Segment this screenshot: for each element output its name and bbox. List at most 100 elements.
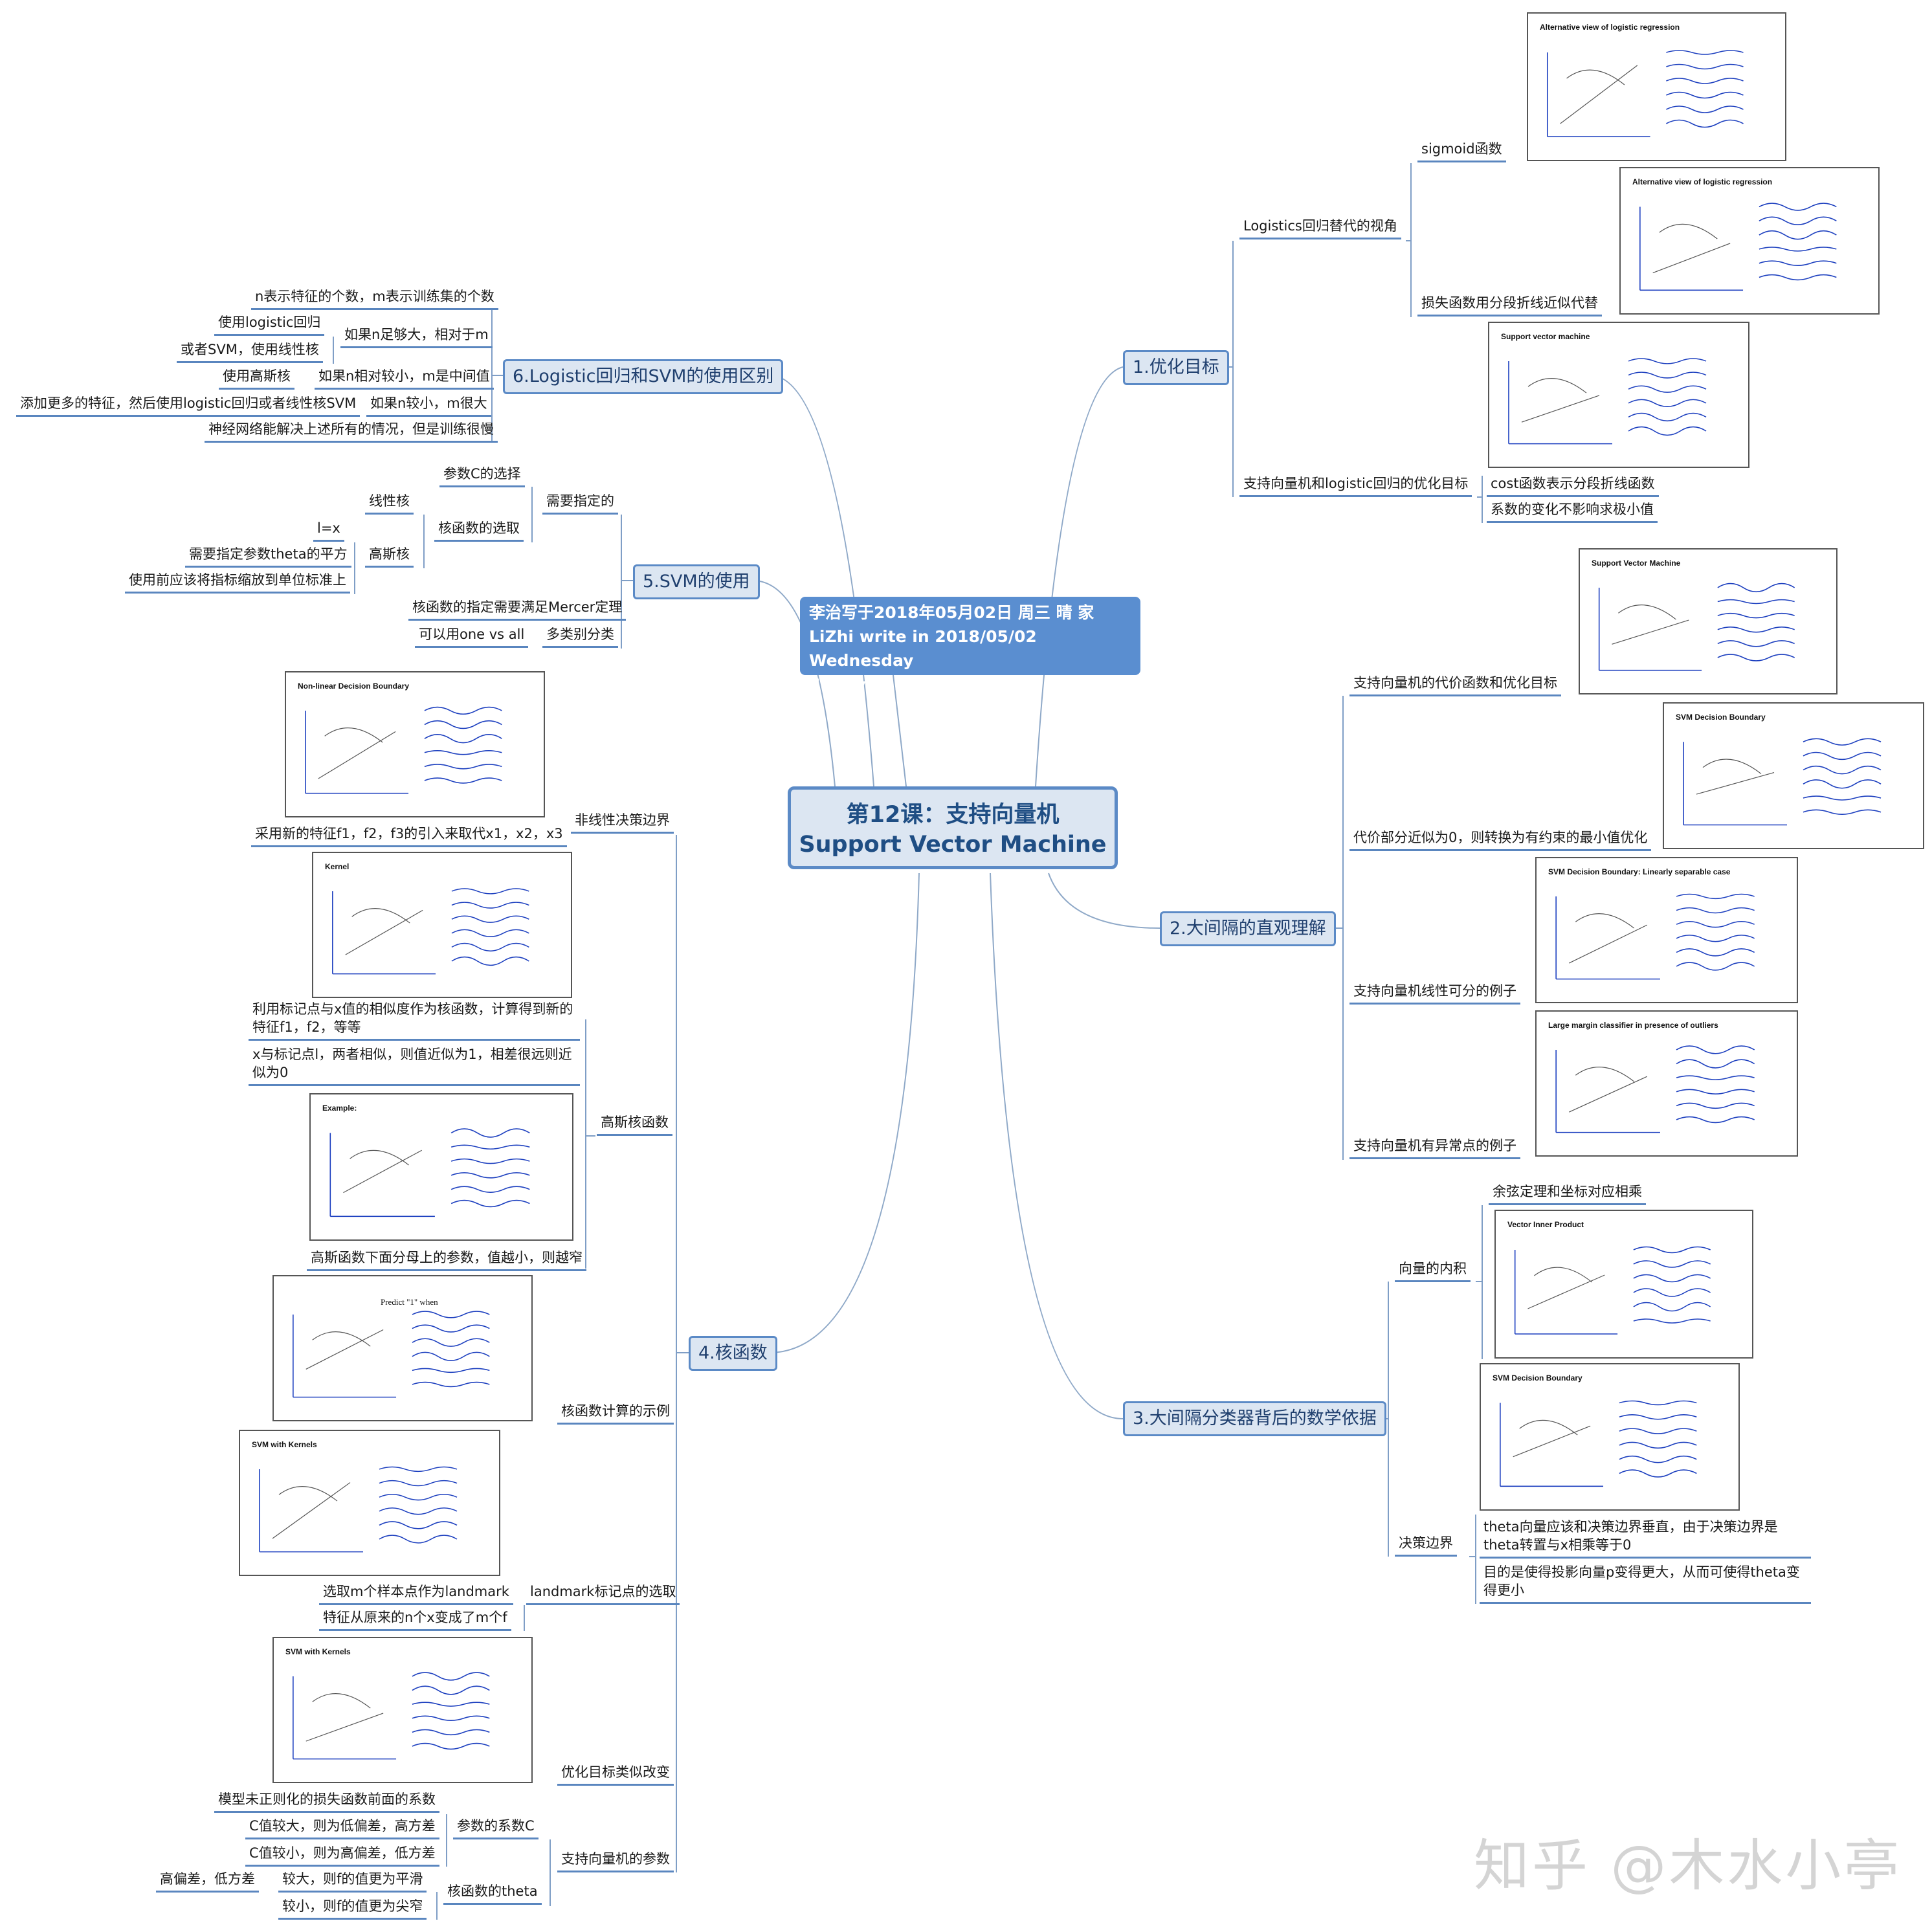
node-logistic-view[interactable]: Logistics回归替代的视角 bbox=[1239, 217, 1401, 239]
node-cost-objective[interactable]: 支持向量机的代价函数和优化目标 bbox=[1349, 674, 1561, 696]
node-constrained[interactable]: 代价部分近似为0，则转换为有约束的最小值优化 bbox=[1349, 828, 1652, 851]
branch-large-margin-intuition[interactable]: 2.大间隔的直观理解 bbox=[1160, 911, 1336, 946]
central-topic[interactable]: 第12课：支持向量机 Support Vector Machine bbox=[788, 786, 1118, 869]
link-b3 bbox=[990, 872, 1124, 1419]
slide-image: SVM Decision Boundary bbox=[1480, 1363, 1740, 1511]
node-l-eq-x[interactable]: l=x bbox=[313, 519, 344, 542]
node-linear-kernel[interactable]: 线性核 bbox=[365, 492, 414, 515]
node-decision-boundary[interactable]: 决策边界 bbox=[1395, 1534, 1457, 1557]
slide-drawing bbox=[293, 1311, 490, 1398]
slide-image: SVM with Kernels bbox=[239, 1430, 500, 1576]
slide-drawing bbox=[305, 706, 502, 794]
node-calc-example[interactable]: 核函数计算的示例 bbox=[557, 1402, 674, 1425]
branch-lr-vs-svm[interactable]: 6.Logistic回归和SVM的使用区别 bbox=[503, 359, 784, 394]
node-theta-large-bias[interactable]: 高偏差，低方差 bbox=[156, 1870, 259, 1893]
node-landmark[interactable]: landmark标记点的选取 bbox=[526, 1582, 680, 1605]
slide-image: Support vector machine bbox=[1488, 322, 1749, 468]
slide-drawing bbox=[1555, 893, 1755, 980]
node-c-meaning[interactable]: 模型未正则化的损失函数前面的系数 bbox=[214, 1790, 439, 1813]
node-m-samples[interactable]: 选取m个样本点作为landmark bbox=[319, 1582, 513, 1605]
node-c-large[interactable]: C值较大，则为低偏差，高方差 bbox=[245, 1817, 439, 1839]
node-linear-separable[interactable]: 支持向量机线性可分的例子 bbox=[1349, 982, 1520, 1005]
node-theta-squared[interactable]: 需要指定参数theta的平方 bbox=[185, 545, 351, 568]
node-gauss-kernel[interactable]: 高斯核 bbox=[365, 545, 414, 568]
slide-drawing bbox=[1500, 1400, 1697, 1487]
slide-drawing bbox=[259, 1466, 458, 1553]
author-line-1: 李治写于2018年05月02日 周三 晴 家 bbox=[809, 603, 1094, 622]
link-b2 bbox=[1048, 872, 1160, 929]
node-loss-piecewise[interactable]: 损失函数用分段折线近似代替 bbox=[1417, 294, 1602, 316]
slide-image: Alternative view of logistic regression bbox=[1527, 12, 1786, 161]
node-param-c[interactable]: 参数的系数C bbox=[453, 1817, 539, 1839]
node-objective-change[interactable]: 优化目标类似改变 bbox=[557, 1763, 674, 1786]
node-sigmoid[interactable]: sigmoid函数 bbox=[1417, 140, 1506, 162]
node-svm-params[interactable]: 支持向量机的参数 bbox=[557, 1850, 674, 1872]
node-mercer[interactable]: 核函数的指定需要满足Mercer定理 bbox=[408, 598, 627, 621]
node-inner-product[interactable]: 向量的内积 bbox=[1395, 1260, 1471, 1282]
slide-image: Support Vector Machine bbox=[1579, 548, 1838, 694]
slide-image: SVM Decision Boundary: Linearly separabl… bbox=[1535, 857, 1798, 1003]
node-near-far[interactable]: x与标记点l，两者相似，则值近似为1，相差很远则近似为0 bbox=[249, 1045, 580, 1086]
node-must-specify[interactable]: 需要指定的 bbox=[542, 492, 618, 515]
slide-image: Large margin classifier in presence of o… bbox=[1535, 1010, 1798, 1157]
node-projection[interactable]: 目的是使得投影向量p变得更大，从而可使得theta变得更小 bbox=[1480, 1563, 1811, 1604]
node-add-features[interactable]: 添加更多的特征，然后使用logistic回归或者线性核SVM bbox=[16, 394, 361, 417]
link-b1 bbox=[1035, 366, 1124, 787]
node-choose-kernel[interactable]: 核函数的选取 bbox=[434, 519, 524, 542]
node-similarity[interactable]: 利用标记点与x值的相似度作为核函数，计算得到新的特征f1，f2，等等 bbox=[249, 1000, 580, 1041]
node-coef-no-effect[interactable]: 系数的变化不影响求极小值 bbox=[1487, 500, 1658, 523]
branch-kernels[interactable]: 4.核函数 bbox=[689, 1336, 777, 1371]
central-topic-en: Support Vector Machine bbox=[799, 832, 1107, 858]
slide-image: Vector Inner Product bbox=[1494, 1210, 1753, 1359]
link-b6 bbox=[770, 375, 874, 787]
node-kernel-theta[interactable]: 核函数的theta bbox=[443, 1882, 542, 1905]
node-c-small[interactable]: C值较小，则为高偏差，低方差 bbox=[245, 1844, 439, 1867]
slide-drawing bbox=[1639, 203, 1837, 291]
branch-large-margin-math[interactable]: 3.大间隔分类器背后的数学依据 bbox=[1123, 1401, 1386, 1436]
slide-drawing bbox=[1546, 50, 1744, 137]
node-n-small-m-large[interactable]: 如果n较小，m很大 bbox=[366, 394, 491, 417]
node-cosine[interactable]: 余弦定理和坐标对应相乘 bbox=[1489, 1183, 1646, 1205]
node-one-vs-all[interactable]: 可以用one vs all bbox=[415, 625, 529, 648]
slide-image: Predict "1" when bbox=[272, 1275, 533, 1421]
node-use-gauss[interactable]: 使用高斯核 bbox=[219, 367, 294, 390]
node-sigma[interactable]: 高斯函数下面分母上的参数，值越小，则越窄 bbox=[307, 1249, 586, 1271]
node-outliers[interactable]: 支持向量机有异常点的例子 bbox=[1349, 1137, 1520, 1159]
slide-image: Alternative view of logistic regression bbox=[1619, 167, 1880, 315]
node-multiclass[interactable]: 多类别分类 bbox=[542, 625, 618, 648]
node-nonlinear-boundary[interactable]: 非线性决策边界 bbox=[571, 811, 674, 834]
node-cost-piecewise[interactable]: cost函数表示分段折线函数 bbox=[1487, 474, 1659, 497]
slide-image: Kernel bbox=[312, 852, 572, 998]
node-theta-large[interactable]: 较大，则f的值更为平滑 bbox=[278, 1870, 427, 1893]
node-n-large[interactable]: 如果n足够大，相对于m bbox=[340, 326, 493, 348]
node-neural-net[interactable]: 神经网络能解决上述所有的情况，但是训练很慢 bbox=[205, 420, 498, 443]
author-line-2: LiZhi write in 2018/05/02 Wednesday bbox=[809, 627, 1037, 670]
slide-drawing bbox=[329, 1128, 530, 1217]
slide-drawing bbox=[1598, 583, 1795, 671]
watermark: 知乎 @木水小亭 bbox=[1474, 1834, 1902, 1898]
branch-optimization-objective[interactable]: 1.优化目标 bbox=[1123, 350, 1229, 385]
slide-image: Example: bbox=[309, 1093, 573, 1241]
node-choose-c[interactable]: 参数C的选择 bbox=[439, 465, 525, 487]
node-use-lr[interactable]: 使用logistic回归 bbox=[214, 313, 325, 336]
central-topic-cn: 第12课：支持向量机 bbox=[846, 802, 1060, 828]
node-gaussian-kernel[interactable]: 高斯核函数 bbox=[597, 1113, 672, 1136]
node-svm-vs-lr[interactable]: 支持向量机和logistic回归的优化目标 bbox=[1239, 474, 1472, 497]
slide-drawing bbox=[1508, 358, 1707, 445]
slide-image: SVM Decision Boundary bbox=[1663, 702, 1924, 849]
node-or-svm[interactable]: 或者SVM，使用线性核 bbox=[177, 340, 323, 363]
node-theta-perpendicular[interactable]: theta向量应该和决策边界垂直，由于决策边界是theta转置与x相乘等于0 bbox=[1480, 1518, 1811, 1559]
branch-svm-usage[interactable]: 5.SVM的使用 bbox=[633, 564, 760, 599]
node-feature-scaling[interactable]: 使用前应该将指标缩放到单位标准上 bbox=[125, 571, 350, 594]
slide-drawing bbox=[293, 1672, 490, 1760]
slide-image: Non-linear Decision Boundary bbox=[285, 671, 545, 817]
author-line-3: Sunny in home bbox=[809, 675, 945, 694]
node-new-features[interactable]: 采用新的特征f1，f2，f3的引入来取代x1，x2，x3 bbox=[251, 825, 567, 847]
node-n-small-m-mid[interactable]: 如果n相对较小，m是中间值 bbox=[315, 367, 494, 390]
author-note[interactable]: 李治写于2018年05月02日 周三 晴 家 LiZhi write in 20… bbox=[800, 597, 1140, 694]
node-theta-small[interactable]: 较小，则f的值更为尖窄 bbox=[278, 1897, 427, 1920]
node-n-m-meaning[interactable]: n表示特征的个数，m表示训练集的个数 bbox=[251, 287, 498, 310]
node-n-to-m[interactable]: 特征从原来的n个x变成了m个f bbox=[319, 1608, 511, 1631]
slide-image: SVM with Kernels bbox=[272, 1637, 533, 1783]
slide-drawing bbox=[1555, 1045, 1755, 1133]
